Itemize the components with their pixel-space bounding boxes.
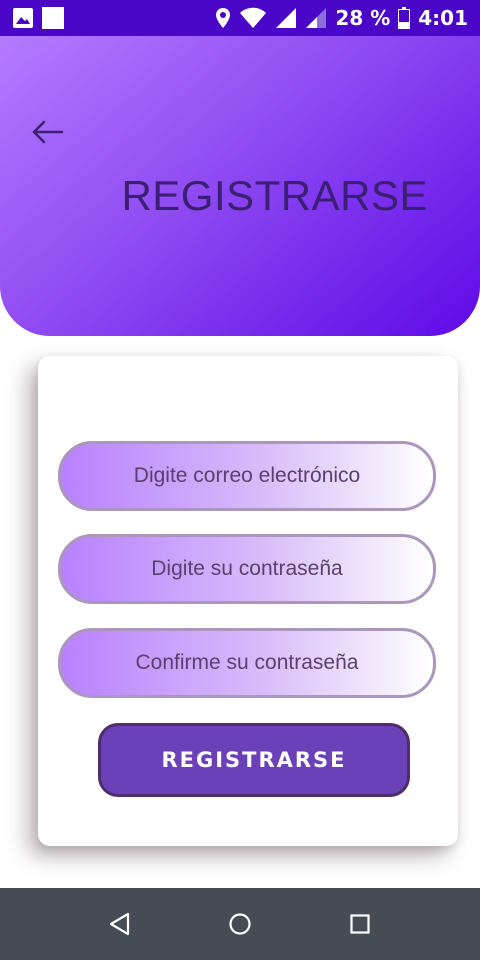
notification-square-icon xyxy=(42,7,64,29)
home-circle-icon xyxy=(229,913,251,935)
email-field[interactable] xyxy=(61,444,433,508)
recents-square-icon xyxy=(350,914,370,934)
back-triangle-icon xyxy=(109,912,130,936)
password-field[interactable] xyxy=(61,537,433,601)
confirm-password-field-container xyxy=(58,628,436,698)
arrow-left-icon xyxy=(32,120,64,144)
status-bar-right: 28 % 4:01 xyxy=(215,0,468,36)
signal-icon xyxy=(275,7,297,29)
wifi-icon xyxy=(239,7,267,29)
back-button[interactable] xyxy=(28,116,68,148)
clock-time: 4:01 xyxy=(418,6,468,30)
register-button[interactable]: REGISTRARSE xyxy=(98,723,410,797)
nav-back-button[interactable] xyxy=(106,910,134,938)
status-bar: 28 % 4:01 xyxy=(0,0,480,36)
signal-weak-icon xyxy=(305,7,327,29)
email-field-container xyxy=(58,441,436,511)
nav-home-button[interactable] xyxy=(226,910,254,938)
confirm-password-field[interactable] xyxy=(61,631,433,695)
location-icon xyxy=(215,7,231,29)
battery-icon xyxy=(398,7,411,29)
navigation-bar xyxy=(0,888,480,960)
status-bar-left xyxy=(12,7,64,29)
battery-percent: 28 % xyxy=(335,6,391,30)
register-card: REGISTRARSE xyxy=(38,356,458,846)
page-title: REGISTRARSE xyxy=(121,172,428,219)
password-field-container xyxy=(58,534,436,604)
image-icon xyxy=(12,7,34,29)
header-banner: REGISTRARSE xyxy=(0,36,480,336)
nav-recents-button[interactable] xyxy=(346,910,374,938)
